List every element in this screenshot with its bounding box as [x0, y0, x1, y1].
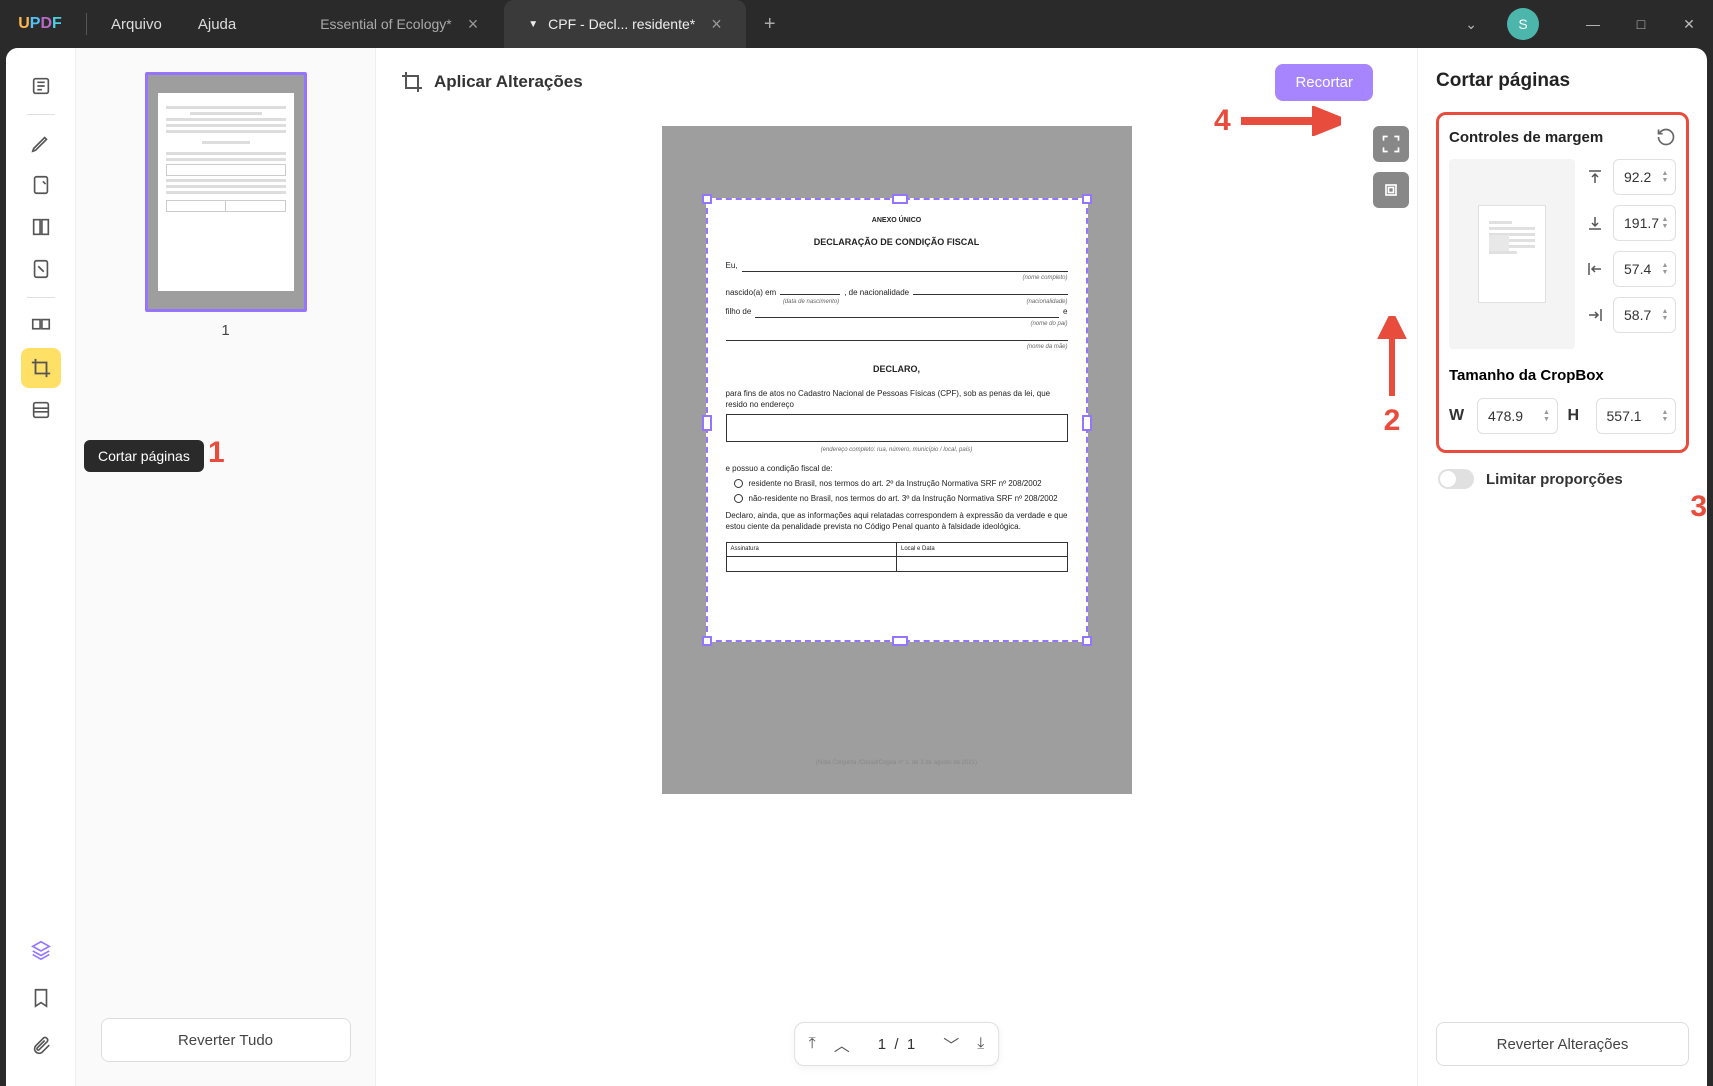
bookmark-icon[interactable]	[21, 978, 61, 1018]
revert-changes-button[interactable]: Reverter Alterações	[1436, 1022, 1689, 1066]
crop-button[interactable]: Recortar	[1275, 64, 1373, 101]
margin-right-input[interactable]: 58.7▲▼	[1613, 297, 1676, 333]
margin-left-input[interactable]: 57.4▲▼	[1613, 251, 1676, 287]
next-page-button[interactable]: ﹀	[943, 1032, 959, 1056]
crop-tool-icon[interactable]	[1373, 172, 1409, 208]
annotate-icon[interactable]	[21, 123, 61, 163]
reset-margins-icon[interactable]	[1656, 127, 1676, 147]
fit-screen-icon[interactable]	[1373, 126, 1409, 162]
maximize-button[interactable]: □	[1617, 0, 1665, 48]
cropbox-title: Tamanho da CropBox	[1449, 367, 1676, 384]
user-avatar[interactable]: S	[1507, 8, 1539, 40]
annotation-2: 2	[1377, 316, 1407, 438]
cropbox-width-input[interactable]: 478.9▲▼	[1477, 398, 1558, 434]
menu-help[interactable]: Ajuda	[180, 16, 254, 33]
main-title: Aplicar Alterações	[434, 72, 583, 92]
crop-handle-tl[interactable]	[702, 194, 712, 204]
page-indicator[interactable]: 1 / 1	[868, 1036, 926, 1053]
margin-top-input[interactable]: 92.2▲▼	[1613, 159, 1676, 195]
crop-handle-tr[interactable]	[1082, 194, 1092, 204]
doc-footer: (Nota Conjunta /Cocad/Cogea nº 1, de 3 d…	[662, 760, 1132, 766]
crop-handle-bl[interactable]	[702, 636, 712, 646]
crop-region[interactable]: ANEXO ÚNICO DECLARAÇÃO DE CONDIÇÃO FISCA…	[706, 198, 1088, 642]
app-logo: UPDF	[0, 15, 80, 33]
panel-title: Cortar páginas	[1436, 70, 1689, 92]
minimize-button[interactable]: ―	[1569, 0, 1617, 48]
annotation-3: 3	[1690, 490, 1707, 524]
constrain-proportions-toggle[interactable]	[1438, 469, 1474, 489]
height-label: H	[1568, 407, 1588, 425]
margin-controls-title: Controles de margem	[1449, 129, 1603, 146]
crop-handle-tm[interactable]	[892, 194, 908, 204]
add-tab-button[interactable]: +	[746, 0, 794, 48]
crop-handle-ml[interactable]	[702, 415, 712, 431]
page-navigator: ⤒ ︿ 1 / 1 ﹀ ⤓	[794, 1022, 1000, 1066]
prev-page-button[interactable]: ︿	[834, 1032, 850, 1056]
redact-icon[interactable]	[21, 390, 61, 430]
document-content: ANEXO ÚNICO DECLARAÇÃO DE CONDIÇÃO FISCA…	[708, 200, 1086, 588]
tab-cpf-decl[interactable]: ▼ CPF - Decl... residente* ×	[504, 0, 745, 48]
layers-icon[interactable]	[21, 930, 61, 970]
tab-label: CPF - Decl... residente*	[548, 16, 695, 32]
organize-icon[interactable]	[21, 306, 61, 346]
crop-handle-mr[interactable]	[1082, 415, 1092, 431]
constrain-label: Limitar proporções	[1486, 471, 1623, 488]
margin-top-icon	[1585, 169, 1605, 185]
tab-label: Essential of Ecology*	[320, 16, 452, 32]
reader-icon[interactable]	[21, 66, 61, 106]
page-canvas[interactable]: ANEXO ÚNICO DECLARAÇÃO DE CONDIÇÃO FISCA…	[662, 126, 1132, 794]
width-label: W	[1449, 407, 1469, 425]
crop-handle-bm[interactable]	[892, 636, 908, 646]
margin-preview	[1449, 159, 1575, 349]
close-button[interactable]: ✕	[1665, 0, 1713, 48]
margin-right-icon	[1585, 307, 1605, 323]
crop-icon	[400, 70, 424, 94]
margin-bottom-input[interactable]: 191.7▲▼	[1613, 205, 1676, 241]
crop-handle-br[interactable]	[1082, 636, 1092, 646]
revert-all-button[interactable]: Reverter Tudo	[101, 1018, 351, 1062]
tab-essential-ecology[interactable]: Essential of Ecology* ×	[294, 0, 504, 48]
last-page-button[interactable]: ⤓	[977, 1035, 984, 1053]
close-icon[interactable]: ×	[711, 14, 722, 35]
margin-left-icon	[1585, 261, 1605, 277]
annotation-4: 4	[1214, 104, 1341, 138]
crop-pages-icon[interactable]	[21, 348, 61, 388]
attachment-icon[interactable]	[21, 1026, 61, 1066]
margin-bottom-icon	[1585, 215, 1605, 231]
cropbox-height-input[interactable]: 557.1▲▼	[1596, 398, 1677, 434]
crop-pages-tooltip: Cortar páginas	[84, 440, 204, 472]
first-page-button[interactable]: ⤒	[809, 1035, 816, 1053]
edit-text-icon[interactable]	[21, 249, 61, 289]
edit-form-icon[interactable]	[21, 165, 61, 205]
page-thumbnail[interactable]	[145, 72, 307, 312]
close-icon[interactable]: ×	[468, 14, 479, 35]
dropdown-icon[interactable]: ▼	[528, 19, 538, 30]
chevron-down-icon[interactable]: ⌄	[1445, 16, 1497, 33]
thumbnail-page-number: 1	[221, 322, 229, 339]
menu-file[interactable]: Arquivo	[93, 16, 180, 33]
annotation-3-box: Controles de margem 92.2▲▼ 191.7▲▼ 57.4▲…	[1436, 112, 1689, 453]
page-layout-icon[interactable]	[21, 207, 61, 247]
